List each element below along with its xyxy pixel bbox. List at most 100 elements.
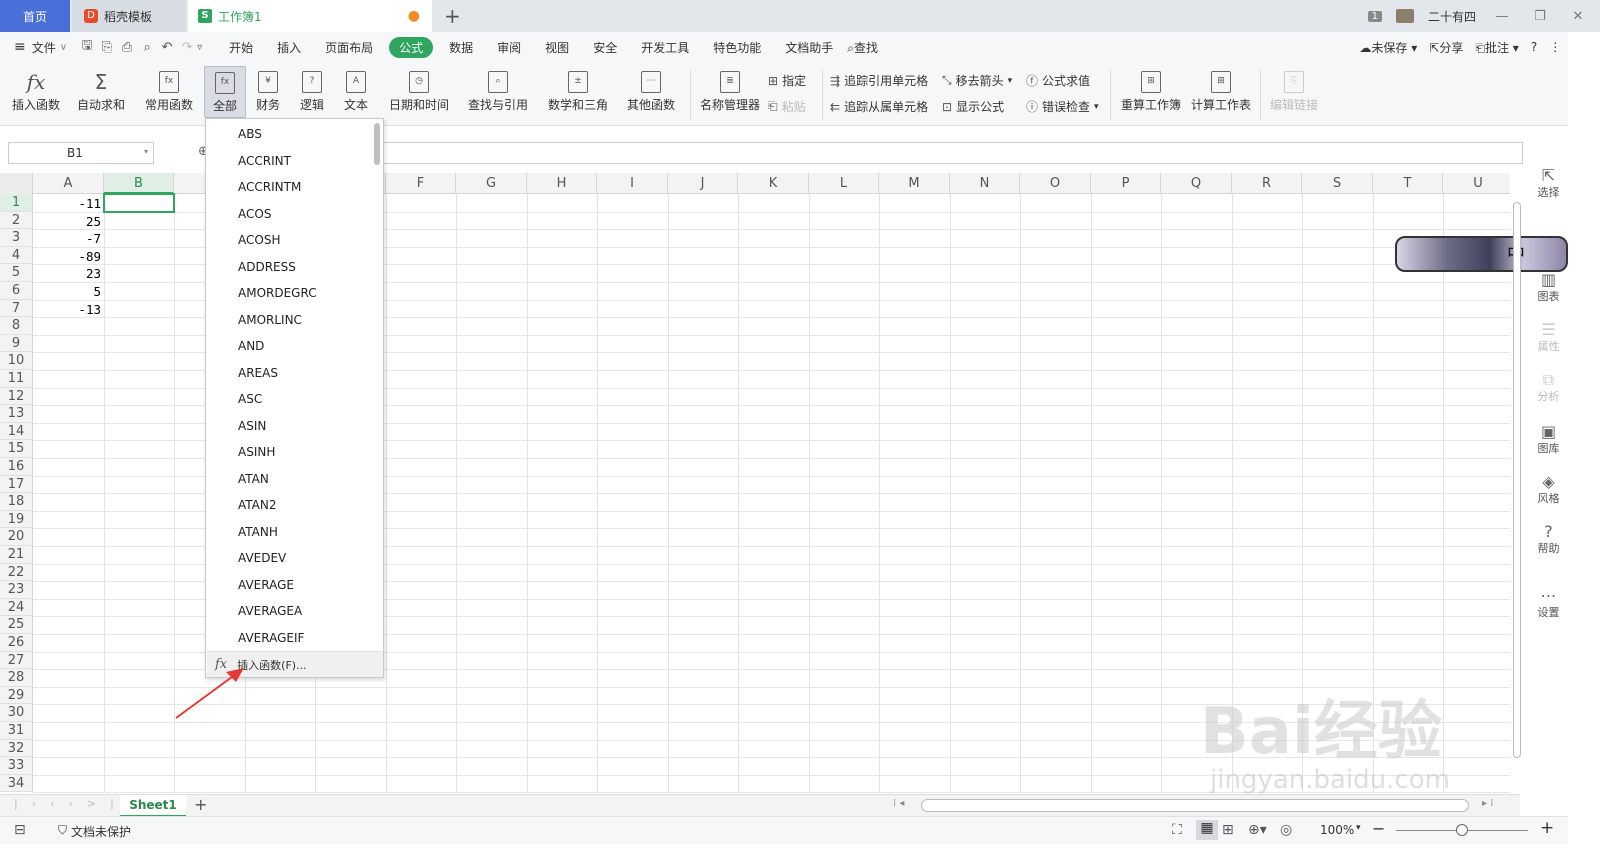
help-icon[interactable]: ? xyxy=(1531,40,1537,54)
row-header-10[interactable]: 10 xyxy=(0,352,33,370)
output-icon[interactable]: ⎘ xyxy=(97,40,117,55)
cell-a7[interactable]: -13 xyxy=(33,301,101,318)
column-header-m[interactable]: M xyxy=(879,173,950,194)
cell-a1[interactable]: -11 xyxy=(33,195,101,212)
row-header-5[interactable]: 5 xyxy=(0,264,33,282)
insert-function-button[interactable]: fx 插入函数 xyxy=(10,68,62,113)
autosum-button[interactable]: Σ 自动求和 xyxy=(72,68,130,113)
menu-item-formula[interactable]: 公式 xyxy=(389,36,434,58)
undo-icon[interactable]: ↶ xyxy=(157,40,177,55)
row-header-19[interactable]: 19 xyxy=(0,510,33,529)
remove-arrows-button[interactable]: ⤡ 移去箭头 ▾ xyxy=(942,72,1012,89)
column-header-n[interactable]: N xyxy=(950,173,1020,194)
function-item-address[interactable]: ADDRESS xyxy=(238,254,296,280)
other-functions-button[interactable]: ⋯ 其他函数 xyxy=(622,68,680,113)
function-item-amorlinc[interactable]: AMORLINC xyxy=(238,307,302,333)
column-header-l[interactable]: L xyxy=(809,173,879,194)
user-name[interactable]: 二十有四 xyxy=(1428,8,1476,25)
error-check-button[interactable]: ⓘ 错误检查 ▾ xyxy=(1026,98,1099,115)
function-item-atan2[interactable]: ATAN2 xyxy=(238,492,277,518)
row-header-29[interactable]: 29 xyxy=(0,686,33,705)
column-header-t[interactable]: T xyxy=(1373,173,1443,194)
select-all-corner[interactable] xyxy=(0,173,33,194)
menu-item-developer[interactable]: 开发工具 xyxy=(629,39,701,56)
function-item-asinh[interactable]: ASINH xyxy=(238,439,275,465)
pane-properties[interactable]: ☰ 属性 xyxy=(1529,320,1568,354)
column-header-f[interactable]: F xyxy=(386,173,456,194)
function-item-acos[interactable]: ACOS xyxy=(238,201,271,227)
menu-item-doc-assistant[interactable]: 文档助手 xyxy=(773,39,845,56)
share-button[interactable]: ⇱分享 xyxy=(1429,39,1463,56)
name-box-dropdown-icon[interactable]: ▾ xyxy=(144,147,148,156)
finance-button[interactable]: ¥ 财务 xyxy=(250,68,286,113)
save-icon[interactable]: 🖫 xyxy=(77,36,97,58)
row-header-21[interactable]: 21 xyxy=(0,546,33,564)
function-item-average[interactable]: AVERAGE xyxy=(238,572,294,598)
macro-icon[interactable]: ⊟ xyxy=(14,822,26,838)
row-header-25[interactable]: 25 xyxy=(0,616,33,634)
customize-icon[interactable]: ▿ xyxy=(197,42,217,53)
all-functions-button[interactable]: fx 全部 xyxy=(204,66,246,118)
menu-item-security[interactable]: 安全 xyxy=(581,39,629,56)
column-header-u[interactable]: U xyxy=(1443,173,1510,194)
window-count-badge[interactable]: 1 xyxy=(1367,10,1382,22)
reading-mode-icon[interactable]: ⊕▾ xyxy=(1248,822,1267,838)
print-icon[interactable]: ⎙ xyxy=(117,40,137,55)
tab-daoke[interactable]: D 稻壳模板 xyxy=(72,0,186,32)
row-header-14[interactable]: 14 xyxy=(0,422,33,441)
chevron-down-icon[interactable]: ∨ xyxy=(60,42,77,53)
function-item-atan[interactable]: ATAN xyxy=(238,466,269,492)
cell-a3[interactable]: -7 xyxy=(33,230,101,247)
trace-dependents-button[interactable]: ⇇ 追踪从属单元格 xyxy=(830,98,928,115)
cell-a2[interactable]: 25 xyxy=(33,213,101,230)
column-header-s[interactable]: S xyxy=(1302,173,1373,194)
normal-view-icon[interactable]: ▦ xyxy=(1196,820,1218,840)
function-item-atanh[interactable]: ATANH xyxy=(238,519,278,545)
function-item-acosh[interactable]: ACOSH xyxy=(238,227,280,253)
row-header-2[interactable]: 2 xyxy=(0,211,33,230)
vertical-scrollbar[interactable] xyxy=(1512,196,1522,786)
restore-icon[interactable]: ❐ xyxy=(1528,9,1552,24)
column-header-o[interactable]: O xyxy=(1020,173,1091,194)
row-header-18[interactable]: 18 xyxy=(0,493,33,511)
row-header-34[interactable]: 34 xyxy=(0,774,33,793)
row-header-4[interactable]: 4 xyxy=(0,246,33,265)
zoom-out-button[interactable]: − xyxy=(1372,819,1385,838)
row-header-17[interactable]: 17 xyxy=(0,475,33,494)
pane-gallery[interactable]: ▣ 图库 xyxy=(1529,422,1568,456)
search-menu[interactable]: ⌕查找 xyxy=(845,39,890,56)
row-header-7[interactable]: 7 xyxy=(0,299,33,318)
function-item-and[interactable]: AND xyxy=(238,333,264,359)
math-button[interactable]: ± 数学和三角 xyxy=(544,68,612,113)
column-header-i[interactable]: I xyxy=(597,173,668,194)
datetime-button[interactable]: ◷ 日期和时间 xyxy=(384,68,454,113)
function-item-averageif[interactable]: AVERAGEIF xyxy=(238,625,304,651)
text-button[interactable]: A 文本 xyxy=(338,68,374,113)
menu-item-view[interactable]: 视图 xyxy=(533,39,581,56)
column-header-j[interactable]: J xyxy=(668,173,738,194)
user-avatar[interactable] xyxy=(1395,9,1414,23)
show-formula-button[interactable]: ⊡ 显示公式 xyxy=(942,98,1004,115)
sheet-tab-sheet1[interactable]: Sheet1 xyxy=(120,795,186,817)
eye-protect-icon[interactable]: ◎ xyxy=(1280,822,1292,838)
menu-item-start[interactable]: 开始 xyxy=(217,39,265,56)
protect-status[interactable]: ⛉ 文档未保护 xyxy=(58,823,131,840)
cell-a4[interactable]: -89 xyxy=(33,248,101,265)
row-header-1[interactable]: 1 xyxy=(0,194,33,212)
function-item-asin[interactable]: ASIN xyxy=(238,413,266,439)
row-header-28[interactable]: 28 xyxy=(0,669,33,687)
comment-button[interactable]: ⎗批注 ▾ xyxy=(1475,39,1518,56)
column-header-p[interactable]: P xyxy=(1091,173,1161,194)
new-tab-button[interactable]: + xyxy=(444,4,461,28)
row-header-12[interactable]: 12 xyxy=(0,387,33,406)
row-header-23[interactable]: 23 xyxy=(0,581,33,599)
function-item-abs[interactable]: ABS xyxy=(238,121,262,147)
row-header-31[interactable]: 31 xyxy=(0,722,33,740)
file-menu[interactable]: 文件 xyxy=(26,39,60,56)
cell-a6[interactable]: 5 xyxy=(33,283,101,300)
vertical-scroll-thumb[interactable] xyxy=(1513,202,1521,758)
paste-button[interactable]: ⎗ 粘贴 xyxy=(768,98,806,115)
column-header-g[interactable]: G xyxy=(456,173,527,194)
common-functions-button[interactable]: fx 常用函数 xyxy=(140,68,198,113)
pane-help[interactable]: ? 帮助 xyxy=(1529,522,1568,556)
